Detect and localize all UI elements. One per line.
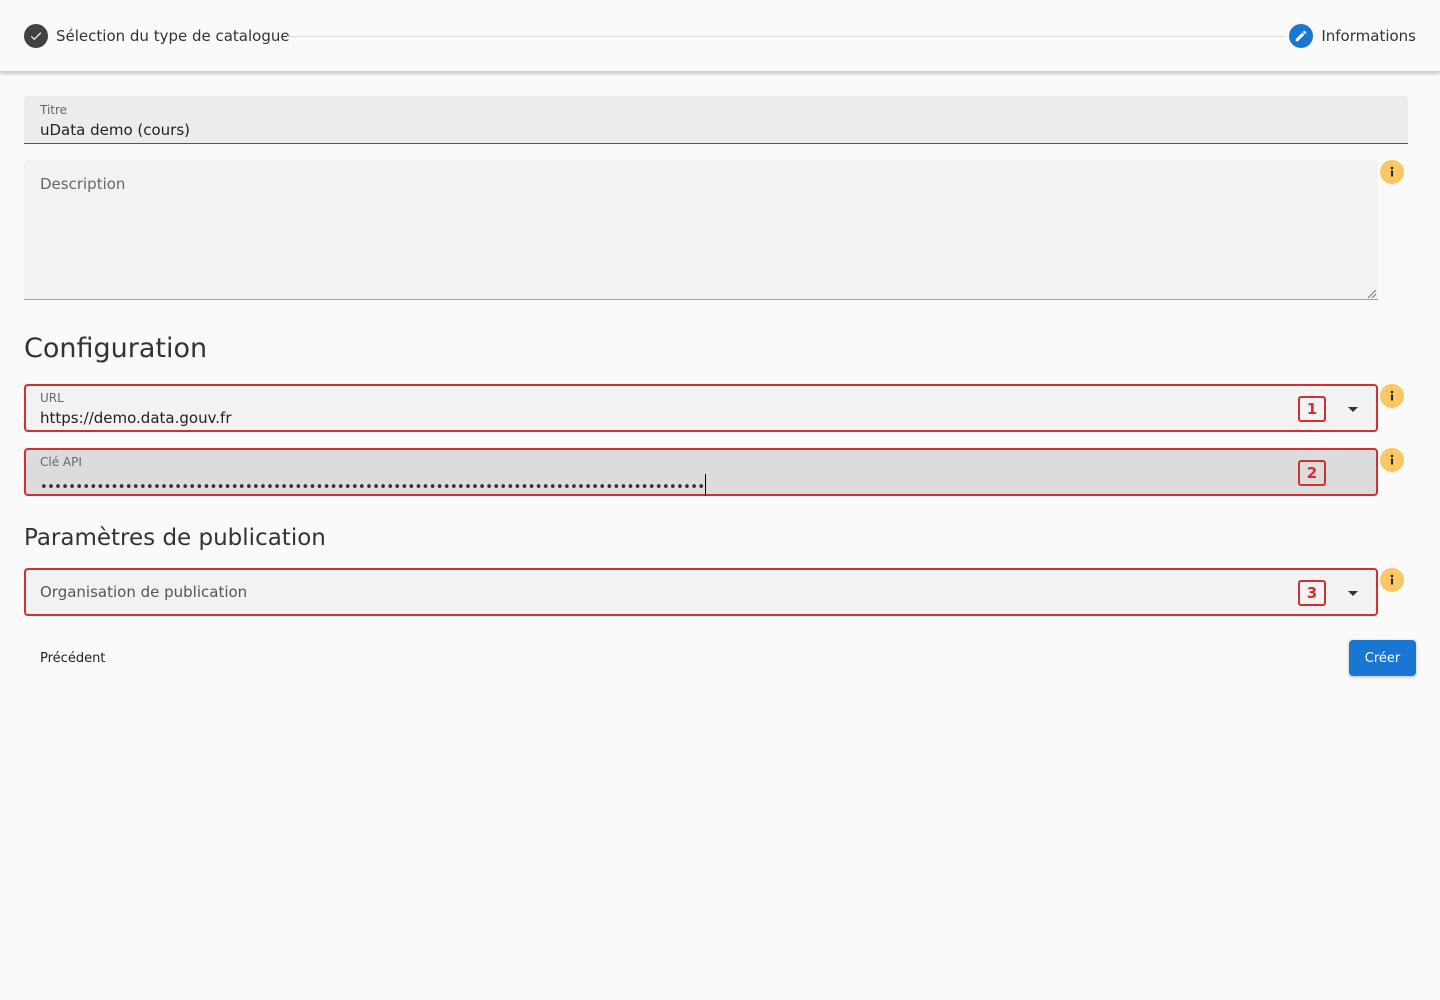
api-key-masked-value: ••••••••••••••••••••••••••••••••••••••••…: [40, 480, 705, 495]
step-connector: [287, 36, 1285, 37]
titre-label: Titre: [40, 103, 68, 117]
info-icon[interactable]: [1380, 448, 1404, 472]
info-icon[interactable]: [1380, 384, 1404, 408]
chevron-down-icon[interactable]: [1348, 407, 1358, 412]
annotation-badge-1: 1: [1298, 396, 1326, 422]
annotation-badge-2: 2: [1298, 460, 1326, 486]
step-label-informations: Informations: [1321, 27, 1416, 45]
description-underline: [24, 299, 1378, 300]
stepper-header: Sélection du type de catalogue Informati…: [0, 0, 1440, 72]
annotation-badge-3: 3: [1298, 580, 1326, 606]
description-placeholder: Description: [40, 175, 126, 193]
api-key-input[interactable]: ••••••••••••••••••••••••••••••••••••••••…: [40, 474, 707, 496]
create-button[interactable]: Créer: [1349, 640, 1416, 676]
info-icon[interactable]: [1380, 160, 1404, 184]
organisation-placeholder: Organisation de publication: [40, 583, 248, 601]
publication-heading: Paramètres de publication: [24, 525, 326, 551]
configuration-heading: Configuration: [24, 333, 208, 364]
previous-button[interactable]: Précédent: [24, 640, 121, 676]
api-key-label: Clé API: [40, 455, 82, 469]
text-caret: [705, 474, 707, 496]
titre-underline: [24, 143, 1408, 144]
resize-handle-icon[interactable]: [1368, 290, 1376, 298]
info-icon[interactable]: [1380, 568, 1404, 592]
check-icon: [24, 24, 48, 48]
organisation-select[interactable]: Organisation de publication 3: [24, 568, 1378, 616]
step-catalogue-type[interactable]: Sélection du type de catalogue: [24, 24, 290, 48]
url-input[interactable]: https://demo.data.gouv.fr: [40, 409, 232, 427]
step-label-catalogue-type: Sélection du type de catalogue: [56, 27, 290, 45]
chevron-down-icon[interactable]: [1348, 591, 1358, 596]
url-label: URL: [40, 391, 64, 405]
titre-input[interactable]: uData demo (cours): [40, 121, 190, 139]
api-key-field[interactable]: Clé API ••••••••••••••••••••••••••••••••…: [24, 448, 1378, 496]
description-textarea[interactable]: Description: [24, 160, 1378, 300]
titre-field[interactable]: Titre uData demo (cours): [24, 96, 1408, 144]
url-combobox[interactable]: URL https://demo.data.gouv.fr 1: [24, 384, 1378, 432]
step-informations[interactable]: Informations: [1289, 24, 1416, 48]
pencil-icon: [1289, 24, 1314, 48]
